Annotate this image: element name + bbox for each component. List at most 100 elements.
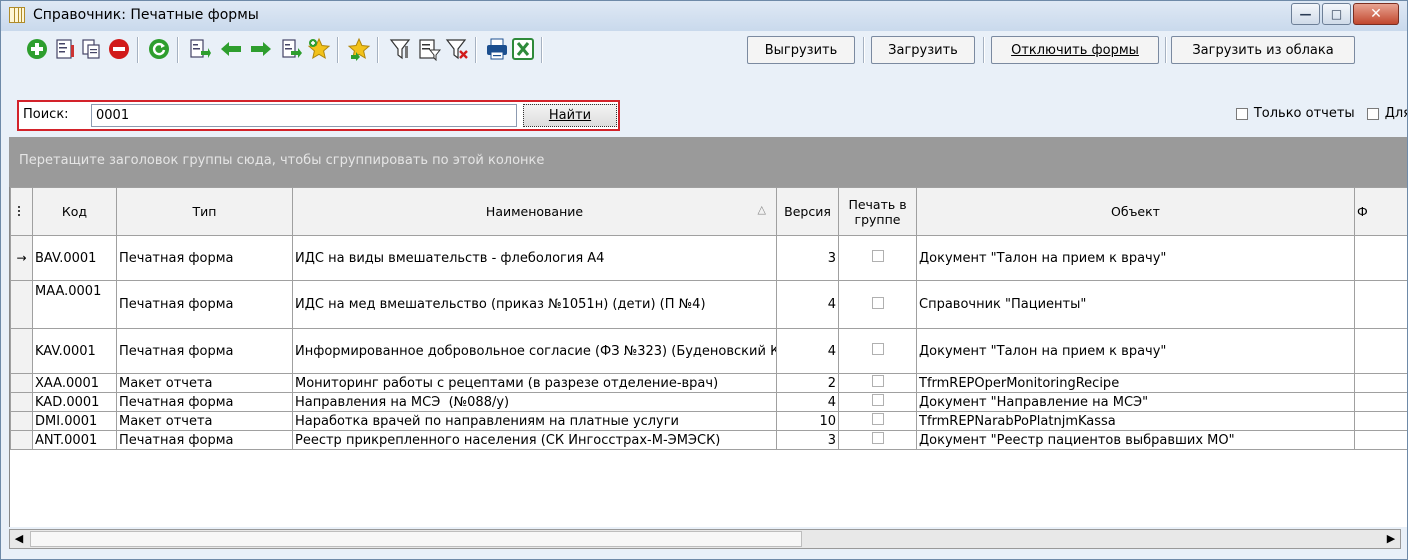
cell-code[interactable]: ANT.0001 (32, 430, 117, 450)
cell-object[interactable]: TfrmREPNarabPoPlatnjmKassa (916, 411, 1355, 431)
group-by-panel[interactable]: Перетащите заголовок группы сюда, чтобы … (9, 137, 1407, 187)
table-row[interactable]: XAA.0001 Макет отчета Мониторинг работы … (10, 373, 1407, 393)
star-add-icon[interactable] (307, 37, 331, 61)
cell-print-group[interactable] (838, 373, 917, 393)
arrow-left-icon[interactable] (219, 37, 243, 61)
cell-print-group[interactable] (838, 411, 917, 431)
cell-code[interactable]: KAD.0001 (32, 392, 117, 412)
filter-edit-icon[interactable] (417, 37, 442, 62)
cell-name[interactable]: Реестр прикрепленного населения (СК Инго… (292, 430, 777, 450)
find-button[interactable]: Найти (523, 104, 617, 127)
arrow-right-icon[interactable] (249, 37, 273, 61)
copy-icon[interactable] (79, 37, 103, 61)
add-icon[interactable] (25, 37, 49, 61)
cell-print-group[interactable] (838, 328, 917, 374)
cell-object[interactable]: Документ "Талон на прием к врачу" (916, 235, 1355, 281)
table-row[interactable]: DMI.0001 Макет отчета Наработка врачей п… (10, 411, 1407, 431)
cell-object[interactable]: Документ "Реестр пациентов выбравших МО" (916, 430, 1355, 450)
cell-code[interactable]: DMI.0001 (32, 411, 117, 431)
filter-icon[interactable] (389, 37, 413, 61)
table-row[interactable]: MAA.0001 Печатная форма ИДС на мед вмеша… (10, 280, 1407, 329)
cell-object[interactable]: TfrmREPOperMonitoringRecipe (916, 373, 1355, 393)
maximize-button[interactable]: □ (1322, 3, 1351, 25)
table-row[interactable]: ANT.0001 Печатная форма Реестр прикрепле… (10, 430, 1407, 450)
scroll-left-icon[interactable]: ◀ (10, 530, 28, 548)
cell-extra[interactable] (1354, 373, 1407, 393)
properties-icon[interactable] (53, 37, 77, 61)
excel-icon[interactable] (511, 37, 535, 61)
load-from-cloud-button[interactable]: Загрузить из облака (1171, 36, 1355, 64)
only-reports-checkbox[interactable]: Только отчеты (1235, 106, 1355, 121)
cell-name[interactable]: Направления на МСЭ (№088/у) (292, 392, 777, 412)
close-button[interactable]: ✕ (1353, 3, 1399, 25)
unload-button[interactable]: Выгрузить (747, 36, 855, 64)
cell-type[interactable]: Печатная форма (116, 328, 293, 374)
cell-extra[interactable] (1354, 392, 1407, 412)
cell-type[interactable]: Печатная форма (116, 392, 293, 412)
cell-version[interactable]: 3 (776, 430, 839, 450)
minimize-button[interactable]: — (1291, 3, 1320, 25)
star-icon[interactable] (347, 37, 371, 61)
column-chooser[interactable] (10, 187, 33, 236)
cell-object[interactable]: Документ "Талон на прием к врачу" (916, 328, 1355, 374)
cell-name[interactable]: Информированное добровольное согласие (Ф… (292, 328, 777, 374)
filter-clear-icon[interactable] (445, 37, 469, 61)
cell-version[interactable]: 4 (776, 328, 839, 374)
cell-print-group[interactable] (838, 235, 917, 281)
for-checkbox[interactable]: Для (1366, 106, 1407, 121)
cell-extra[interactable] (1354, 328, 1407, 374)
cell-code[interactable]: BAV.0001 (32, 235, 117, 281)
scroll-right-icon[interactable]: ▶ (1382, 530, 1400, 548)
cell-version[interactable]: 10 (776, 411, 839, 431)
cell-name[interactable]: Мониторинг работы с рецептами (в разрезе… (292, 373, 777, 393)
scrollbar-thumb[interactable] (30, 531, 802, 547)
refresh-icon[interactable] (147, 37, 171, 61)
cell-extra[interactable] (1354, 280, 1407, 329)
header-type[interactable]: Тип (116, 187, 293, 236)
header-version[interactable]: Версия (776, 187, 839, 236)
cell-type[interactable]: Макет отчета (116, 373, 293, 393)
cell-object[interactable]: Справочник "Пациенты" (916, 280, 1355, 329)
cell-type[interactable]: Печатная форма (116, 280, 293, 329)
disable-forms-button[interactable]: Отключить формы (991, 36, 1159, 64)
window-title: Справочник: Печатные формы (33, 7, 259, 23)
move-icon[interactable] (187, 37, 211, 61)
cell-version[interactable]: 3 (776, 235, 839, 281)
cell-type[interactable]: Макет отчета (116, 411, 293, 431)
table-row[interactable]: KAD.0001 Печатная форма Направления на М… (10, 392, 1407, 412)
header-object[interactable]: Объект (916, 187, 1355, 236)
cell-extra[interactable] (1354, 430, 1407, 450)
cell-print-group[interactable] (838, 280, 917, 329)
cell-object[interactable]: Документ "Направление на МСЭ" (916, 392, 1355, 412)
horizontal-scrollbar[interactable]: ◀ ▶ (9, 529, 1401, 549)
cell-code[interactable]: KAV.0001 (32, 328, 117, 374)
header-name[interactable]: Наименование △ (292, 187, 777, 236)
search-input[interactable] (91, 104, 517, 127)
cell-type[interactable]: Печатная форма (116, 235, 293, 281)
cell-version[interactable]: 4 (776, 280, 839, 329)
move-right-icon[interactable] (279, 37, 303, 61)
cell-code[interactable]: MAA.0001 (32, 280, 117, 329)
cell-extra[interactable] (1354, 411, 1407, 431)
load-button[interactable]: Загрузить (871, 36, 975, 64)
cell-version[interactable]: 4 (776, 392, 839, 412)
columns-icon (17, 206, 26, 216)
cell-print-group[interactable] (838, 392, 917, 412)
cell-name[interactable]: Наработка врачей по направлениям на плат… (292, 411, 777, 431)
header-code[interactable]: Код (32, 187, 117, 236)
cell-print-group[interactable] (838, 430, 917, 450)
maximize-icon: □ (1330, 7, 1343, 21)
delete-icon[interactable] (107, 37, 131, 61)
print-icon[interactable] (485, 37, 509, 61)
header-extra[interactable]: Ф (1354, 187, 1407, 236)
cell-name[interactable]: ИДС на мед вмешательство (приказ №1051н)… (292, 280, 777, 329)
cell-type[interactable]: Печатная форма (116, 430, 293, 450)
cell-extra[interactable] (1354, 235, 1407, 281)
header-print-group[interactable]: Печать в группе (838, 187, 917, 236)
cell-code[interactable]: XAA.0001 (32, 373, 117, 393)
cell-version[interactable]: 2 (776, 373, 839, 393)
cell-name[interactable]: ИДС на виды вмешательств - флебология А4 (292, 235, 777, 281)
table-row[interactable]: → BAV.0001 Печатная форма ИДС на виды вм… (10, 235, 1407, 281)
table-row[interactable]: KAV.0001 Печатная форма Информированное … (10, 328, 1407, 374)
title-bar[interactable]: Справочник: Печатные формы — □ ✕ (1, 1, 1407, 31)
